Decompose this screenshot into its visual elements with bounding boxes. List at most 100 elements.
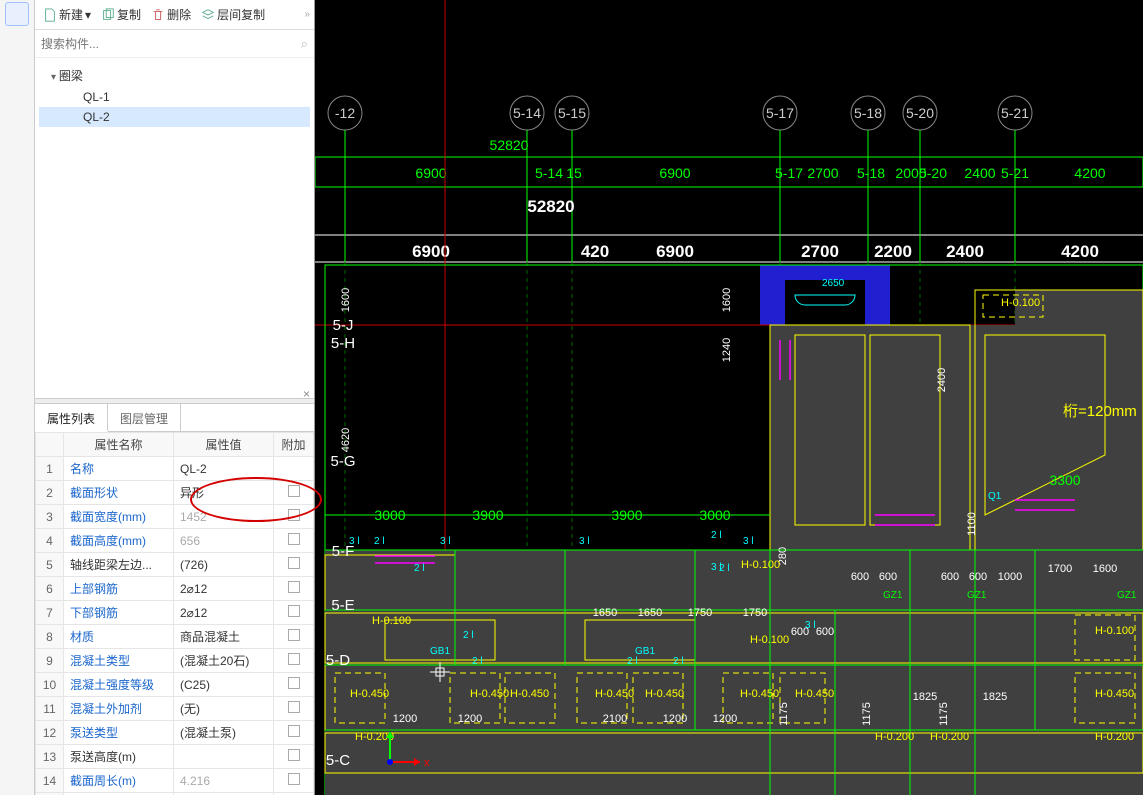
prop-row[interactable]: 3 截面宽度(mm) 1452 bbox=[36, 505, 314, 529]
tree-root[interactable]: 圈梁 bbox=[39, 64, 310, 87]
svg-text:2400: 2400 bbox=[964, 165, 995, 181]
svg-text:6900: 6900 bbox=[656, 242, 694, 261]
svg-text:x: x bbox=[424, 757, 430, 769]
overall-dim-2: 52820 bbox=[527, 197, 574, 216]
prop-row[interactable]: 2 截面形状 异形 bbox=[36, 481, 314, 505]
svg-text:3 l: 3 l bbox=[579, 536, 590, 547]
svg-text:1175: 1175 bbox=[778, 702, 790, 726]
svg-text:1825: 1825 bbox=[983, 691, 1007, 703]
svg-text:H-0.100: H-0.100 bbox=[1001, 297, 1040, 309]
svg-text:5-E: 5-E bbox=[331, 597, 354, 614]
component-toolbar: 新建 ▾ 复制 删除 层间复制 » bbox=[35, 0, 314, 30]
svg-text:1200: 1200 bbox=[393, 713, 417, 725]
layer-copy-button[interactable]: 层间复制 bbox=[197, 4, 269, 25]
svg-text:1600: 1600 bbox=[340, 288, 352, 312]
prop-row[interactable]: 7 下部钢筋 2⌀12 bbox=[36, 601, 314, 625]
svg-text:4200: 4200 bbox=[1061, 242, 1099, 261]
svg-text:H-0.450: H-0.450 bbox=[740, 688, 779, 700]
svg-text:5-G: 5-G bbox=[330, 453, 355, 470]
svg-text:2700: 2700 bbox=[807, 165, 838, 181]
svg-text:H-0.450: H-0.450 bbox=[795, 688, 834, 700]
svg-text:Q1: Q1 bbox=[988, 491, 1002, 502]
svg-text:5-17: 5-17 bbox=[775, 165, 803, 181]
copy-button[interactable]: 复制 bbox=[97, 4, 145, 25]
svg-text:1100: 1100 bbox=[966, 512, 978, 536]
svg-text:1650: 1650 bbox=[638, 607, 662, 619]
prop-row[interactable]: 1 名称 QL-2 bbox=[36, 457, 314, 481]
svg-text:1240: 1240 bbox=[721, 338, 733, 362]
left-rail-icon[interactable] bbox=[5, 2, 29, 26]
svg-text:3900: 3900 bbox=[472, 507, 503, 523]
svg-text:3300: 3300 bbox=[1049, 472, 1080, 488]
tab-properties[interactable]: 属性列表 bbox=[35, 404, 108, 432]
component-tree: 圈梁 QL-1 QL-2 bbox=[35, 58, 314, 398]
svg-text:1175: 1175 bbox=[861, 702, 873, 726]
close-icon[interactable]: × bbox=[303, 387, 310, 401]
prop-row[interactable]: 13 泵送高度(m) bbox=[36, 745, 314, 769]
svg-text:2100: 2100 bbox=[603, 713, 627, 725]
prop-row[interactable]: 5 轴线距梁左边... (726) bbox=[36, 553, 314, 577]
search-icon[interactable]: ⌕ bbox=[301, 36, 308, 52]
tab-layers[interactable]: 图层管理 bbox=[108, 404, 181, 431]
prop-row[interactable]: 14 截面周长(m) 4.216 bbox=[36, 769, 314, 793]
svg-text:2200: 2200 bbox=[874, 242, 912, 261]
svg-text:2400: 2400 bbox=[936, 368, 948, 392]
prop-row[interactable]: 6 上部钢筋 2⌀12 bbox=[36, 577, 314, 601]
svg-text:3 l: 3 l bbox=[805, 620, 816, 631]
new-button[interactable]: 新建 ▾ bbox=[39, 4, 95, 25]
search-input[interactable] bbox=[41, 37, 301, 51]
svg-text:-12: -12 bbox=[335, 105, 355, 121]
col-value: 属性值 bbox=[174, 433, 274, 457]
svg-text:3900: 3900 bbox=[611, 507, 642, 523]
svg-text:桁=120mm: 桁=120mm bbox=[1063, 403, 1137, 420]
svg-text:600: 600 bbox=[816, 626, 834, 638]
svg-text:H-0.200: H-0.200 bbox=[930, 731, 969, 743]
side-panel: 新建 ▾ 复制 删除 层间复制 » ⌕ 圈梁 QL-1 QL-2 × 属性列表 … bbox=[35, 0, 315, 795]
prop-row[interactable]: 10 混凝土强度等级 (C25) bbox=[36, 673, 314, 697]
svg-text:5-14: 5-14 bbox=[513, 105, 541, 121]
svg-text:1825: 1825 bbox=[913, 691, 937, 703]
svg-text:5-21: 5-21 bbox=[1001, 165, 1029, 181]
svg-text:H-0.100: H-0.100 bbox=[750, 634, 789, 646]
svg-text:1200: 1200 bbox=[713, 713, 737, 725]
svg-text:5-20: 5-20 bbox=[919, 165, 947, 181]
prop-row[interactable]: 4 截面高度(mm) 656 bbox=[36, 529, 314, 553]
svg-text:600: 600 bbox=[879, 571, 897, 583]
tree-item-ql1[interactable]: QL-1 bbox=[39, 87, 310, 107]
svg-text:420: 420 bbox=[581, 242, 609, 261]
svg-text:5-C: 5-C bbox=[326, 752, 350, 769]
delete-button[interactable]: 删除 bbox=[147, 4, 195, 25]
svg-text:H-0.450: H-0.450 bbox=[645, 688, 684, 700]
svg-text:5-18: 5-18 bbox=[854, 105, 882, 121]
svg-text:5-15: 5-15 bbox=[558, 105, 586, 121]
svg-text:H-0.450: H-0.450 bbox=[595, 688, 634, 700]
svg-text:1700: 1700 bbox=[1048, 563, 1072, 575]
delete-icon bbox=[151, 8, 165, 22]
svg-text:H-0.450: H-0.450 bbox=[510, 688, 549, 700]
svg-text:1600: 1600 bbox=[721, 288, 733, 312]
panel-splitter[interactable]: × bbox=[35, 398, 314, 404]
svg-text:4200: 4200 bbox=[1074, 165, 1105, 181]
toolbar-more-icon[interactable]: » bbox=[304, 9, 310, 20]
prop-row[interactable]: 11 混凝土外加剂 (无) bbox=[36, 697, 314, 721]
svg-text:1200: 1200 bbox=[458, 713, 482, 725]
svg-text:1750: 1750 bbox=[688, 607, 712, 619]
svg-text:5-21: 5-21 bbox=[1001, 105, 1029, 121]
svg-text:2 l: 2 l bbox=[463, 630, 474, 641]
svg-text:H-0.100: H-0.100 bbox=[372, 615, 411, 627]
copy-icon bbox=[101, 8, 115, 22]
svg-text:1175: 1175 bbox=[938, 702, 950, 726]
svg-text:6900: 6900 bbox=[415, 165, 446, 181]
svg-text:3 l: 3 l bbox=[440, 536, 451, 547]
prop-row[interactable]: 12 泵送类型 (混凝土泵) bbox=[36, 721, 314, 745]
svg-text:6900: 6900 bbox=[412, 242, 450, 261]
svg-text:2400: 2400 bbox=[946, 242, 984, 261]
prop-row[interactable]: 9 混凝土类型 (混凝土20石) bbox=[36, 649, 314, 673]
svg-text:H-0.450: H-0.450 bbox=[1095, 688, 1134, 700]
col-name: 属性名称 bbox=[64, 433, 174, 457]
drawing-canvas[interactable]: -125-145-155-175-185-205-21 69005-141569… bbox=[315, 0, 1143, 795]
svg-text:2 l: 2 l bbox=[472, 656, 483, 667]
svg-text:2 l: 2 l bbox=[374, 536, 385, 547]
prop-row[interactable]: 8 材质 商品混凝土 bbox=[36, 625, 314, 649]
tree-item-ql2[interactable]: QL-2 bbox=[39, 107, 310, 127]
